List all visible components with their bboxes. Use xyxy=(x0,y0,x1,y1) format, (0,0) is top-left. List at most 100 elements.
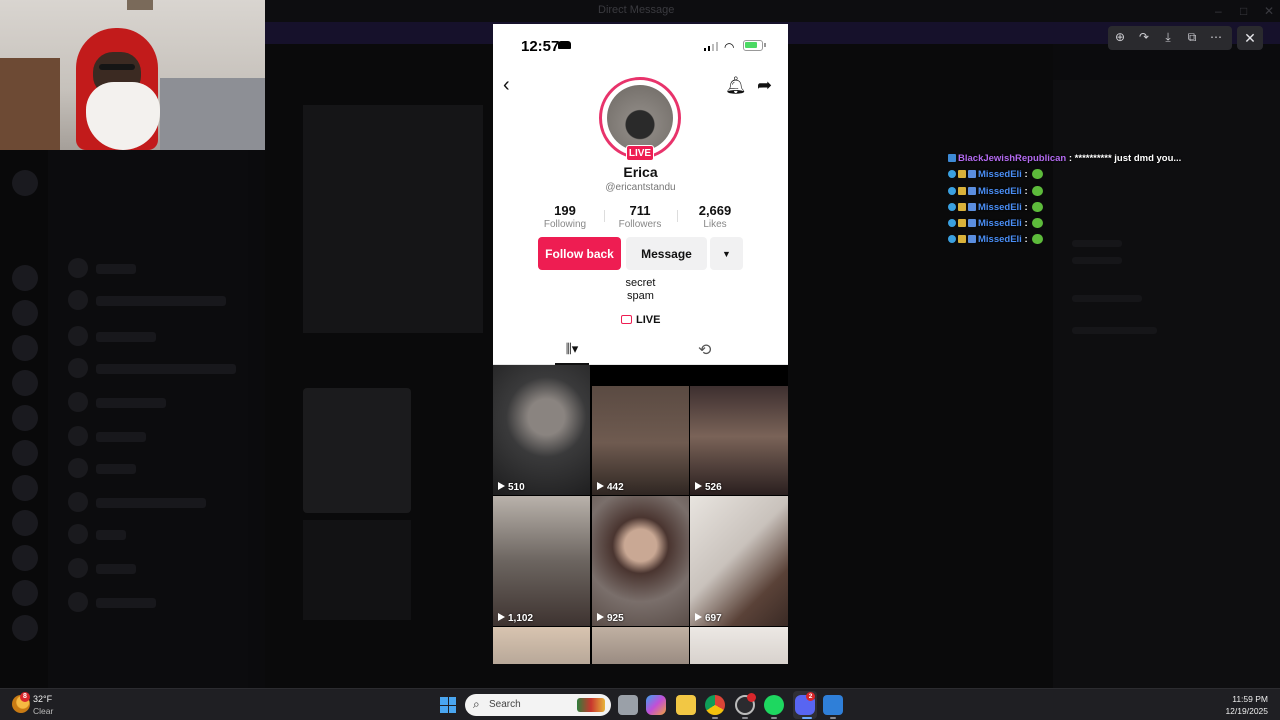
close-window-icon[interactable]: ✕ xyxy=(1264,4,1274,18)
chat-message: MissedEli : xyxy=(948,234,1278,250)
avatar[interactable] xyxy=(68,258,88,278)
background-attachment-image[interactable] xyxy=(303,105,483,333)
battery-icon xyxy=(743,40,766,51)
video-tile[interactable]: 442 xyxy=(592,365,689,495)
avatar[interactable] xyxy=(68,326,88,346)
server-icon[interactable] xyxy=(12,545,38,571)
back-icon[interactable]: ‹ xyxy=(503,74,519,96)
tab-videos-grid[interactable]: ⫼▾ xyxy=(555,341,589,365)
more-icon[interactable]: ⋯ xyxy=(1208,30,1224,44)
avatar[interactable] xyxy=(68,492,88,512)
server-icon[interactable] xyxy=(12,615,38,641)
play-icon xyxy=(695,613,702,621)
folder-icon[interactable] xyxy=(676,695,696,715)
list-item[interactable] xyxy=(96,264,136,274)
video-tile[interactable]: 925 xyxy=(592,496,689,626)
bell-icon[interactable]: 🔔︎ xyxy=(725,76,747,96)
chat-username: MissedEli xyxy=(978,201,1022,213)
share-icon[interactable]: ➦ xyxy=(757,75,772,96)
stat-likes[interactable]: 2,669 Likes xyxy=(680,203,750,230)
tiktok-profile-screenshot: 12:57 ◠ ‹ 🔔︎ ➦ LIVE Erica @ericantstandu… xyxy=(493,24,788,664)
background-profile-line[interactable] xyxy=(1072,295,1142,302)
video-views: 1,102 xyxy=(498,613,533,624)
play-icon xyxy=(498,482,505,490)
video-tile[interactable]: 526 xyxy=(690,365,788,495)
stat-followers[interactable]: 711 Followers xyxy=(605,203,675,230)
spotify-icon[interactable] xyxy=(764,695,784,715)
server-icon[interactable] xyxy=(12,370,38,396)
avatar[interactable] xyxy=(68,458,88,478)
video-tile[interactable] xyxy=(690,627,788,664)
server-icon[interactable] xyxy=(12,580,38,606)
video-tile[interactable]: 697 xyxy=(690,496,788,626)
avatar[interactable] xyxy=(68,592,88,612)
chat-message: MissedEli : xyxy=(948,201,1278,218)
list-item[interactable] xyxy=(96,498,206,508)
server-icon[interactable] xyxy=(12,335,38,361)
zoom-icon[interactable]: ⊕ xyxy=(1112,30,1128,44)
avatar[interactable] xyxy=(68,426,88,446)
close-icon[interactable]: ✕ xyxy=(1237,26,1263,50)
avatar[interactable] xyxy=(68,358,88,378)
list-item[interactable] xyxy=(96,598,156,608)
download-icon[interactable]: ⤓ xyxy=(1160,30,1176,45)
list-item[interactable] xyxy=(96,398,166,408)
avatar[interactable] xyxy=(607,85,673,151)
list-item[interactable] xyxy=(96,564,136,574)
image-viewer-toolbar: ⊕ ↷ ⤓ ⧉ ⋯ xyxy=(1108,26,1232,50)
maximize-icon[interactable]: □ xyxy=(1240,4,1247,18)
rotate-icon[interactable]: ↷ xyxy=(1136,30,1152,44)
server-icon[interactable] xyxy=(12,170,38,196)
open-external-icon[interactable]: ⧉ xyxy=(1184,30,1200,45)
list-item[interactable] xyxy=(96,332,156,342)
background-attachment-image[interactable] xyxy=(303,520,411,620)
stat-label: Followers xyxy=(618,219,662,230)
server-icon[interactable] xyxy=(12,510,38,536)
stat-following[interactable]: 199 Following xyxy=(530,203,600,230)
clock-time[interactable]: 11:59 PM xyxy=(1210,694,1268,704)
copilot-icon[interactable] xyxy=(646,695,666,715)
video-tile[interactable]: 1,102 xyxy=(493,496,590,626)
server-icon[interactable] xyxy=(12,405,38,431)
weather-temp[interactable]: 32°F xyxy=(33,694,52,704)
avatar[interactable] xyxy=(68,524,88,544)
chevron-down-icon[interactable]: ▼ xyxy=(710,237,743,270)
chat-text: : xyxy=(1021,234,1031,246)
windows-start-icon[interactable] xyxy=(440,697,456,713)
repost-icon[interactable]: ⟲ xyxy=(698,340,711,360)
stat-label: Following xyxy=(543,219,587,230)
chat-badge-icon xyxy=(948,219,956,228)
server-icon[interactable] xyxy=(12,265,38,291)
avatar[interactable] xyxy=(68,558,88,578)
weather-condition[interactable]: Clear xyxy=(33,706,53,716)
video-tile[interactable] xyxy=(493,627,590,664)
chat-badge-icon xyxy=(968,186,976,195)
minimize-icon[interactable]: – xyxy=(1215,4,1222,18)
weather-badge: 8 xyxy=(20,692,30,702)
stat-divider xyxy=(677,210,678,222)
video-tile[interactable]: 510 xyxy=(493,365,590,495)
server-icon[interactable] xyxy=(12,475,38,501)
server-icon[interactable] xyxy=(12,440,38,466)
live-link[interactable]: LIVE xyxy=(621,314,660,326)
clock-date[interactable]: 12/19/2025 xyxy=(1210,706,1268,716)
avatar[interactable] xyxy=(68,392,88,412)
video-tile[interactable] xyxy=(592,627,689,664)
list-item[interactable] xyxy=(96,296,226,306)
chrome-icon[interactable] xyxy=(705,695,725,715)
list-item[interactable] xyxy=(96,364,236,374)
file-explorer-icon[interactable] xyxy=(618,695,638,715)
video-thumbnail xyxy=(493,627,590,664)
taskbar-search[interactable]: ⌕ Search xyxy=(465,694,611,716)
message-button[interactable]: Message xyxy=(626,237,707,270)
list-item[interactable] xyxy=(96,432,146,442)
background-attachment-image[interactable] xyxy=(303,388,411,513)
server-icon[interactable] xyxy=(12,300,38,326)
follow-back-button[interactable]: Follow back xyxy=(538,237,621,270)
avatar[interactable] xyxy=(68,290,88,310)
photos-icon[interactable] xyxy=(823,695,843,715)
background-dm-list xyxy=(48,150,248,688)
background-profile-line[interactable] xyxy=(1072,327,1157,334)
list-item[interactable] xyxy=(96,464,136,474)
list-item[interactable] xyxy=(96,530,126,540)
